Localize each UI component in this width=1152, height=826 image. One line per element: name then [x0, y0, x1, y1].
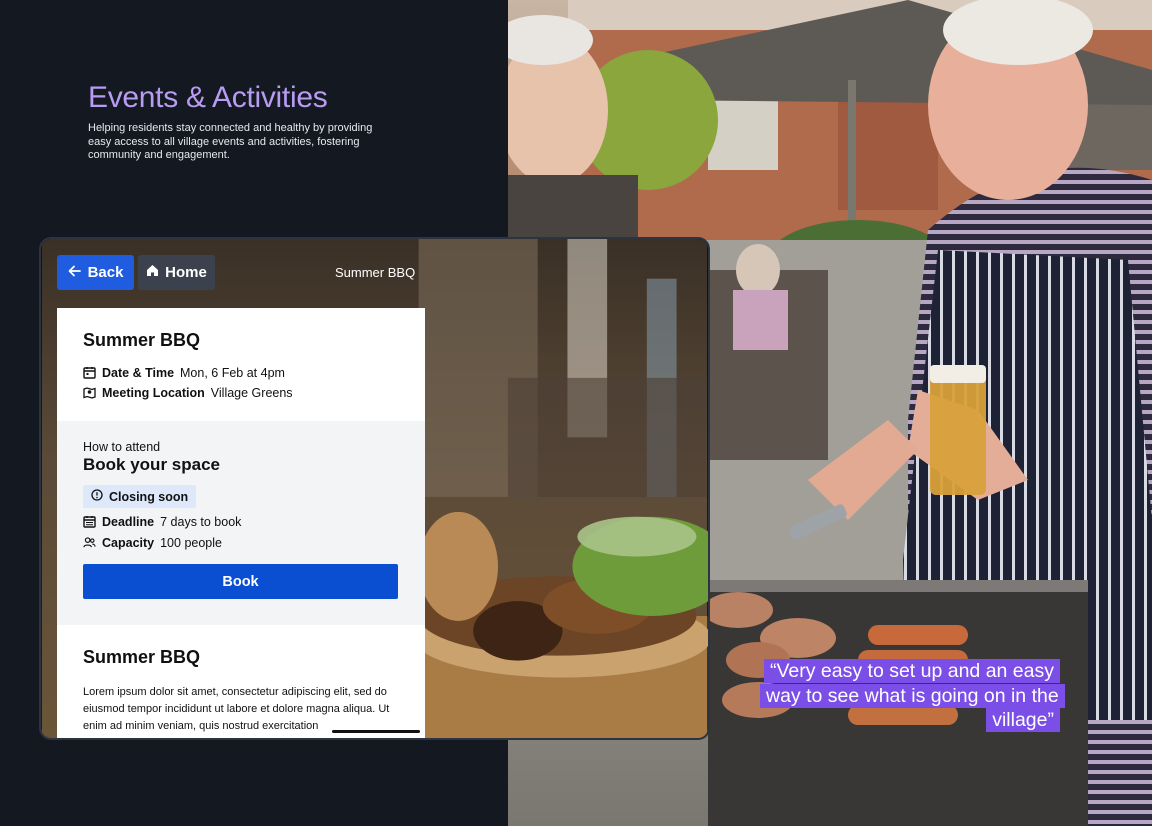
- hero-description: Helping residents stay connected and hea…: [88, 122, 373, 161]
- capacity-value: 100 people: [160, 535, 222, 550]
- map-pin-icon: [83, 386, 96, 399]
- location-label: Meeting Location: [102, 385, 205, 400]
- closing-soon-badge: Closing soon: [83, 485, 197, 508]
- testimonial-quote: “Very easy to set up and an easy way to …: [760, 659, 1065, 733]
- capacity-label: Capacity: [102, 535, 155, 550]
- date-time-label: Date & Time: [102, 365, 175, 380]
- location-row: Meeting Location Village Greens: [83, 385, 399, 400]
- description-title: Summer BBQ: [83, 647, 201, 667]
- event-title: Summer BBQ: [83, 330, 201, 350]
- home-button[interactable]: Home: [138, 255, 215, 290]
- home-icon: [146, 264, 159, 281]
- event-description-section: Summer BBQ Lorem ipsum dolor sit amet, c…: [57, 625, 425, 735]
- event-summary: Summer BBQ Date & Time Mon, 6 Feb at 4pm…: [57, 308, 425, 421]
- home-indicator-bar: [332, 730, 420, 733]
- description-body: Lorem ipsum dolor sit amet, consectetur …: [83, 686, 390, 732]
- deadline-row: Deadline 7 days to book: [83, 514, 399, 529]
- hero-title: Events & Activities: [88, 81, 328, 114]
- hero: Events & Activities Helping residents st…: [88, 80, 388, 163]
- event-detail-panel: Summer BBQ Date & Time Mon, 6 Feb at 4pm…: [57, 308, 425, 738]
- booking-section: How to attend Book your space Closing so…: [57, 421, 425, 625]
- testimonial-text: “Very easy to set up and an easy way to …: [760, 659, 1065, 732]
- deadline-label: Deadline: [102, 514, 155, 529]
- back-button-label: Back: [87, 264, 124, 281]
- attend-heading: Book your space: [83, 455, 220, 474]
- deadline-value: 7 days to book: [160, 514, 242, 529]
- people-icon: [83, 536, 96, 549]
- attend-eyebrow: How to attend: [83, 440, 161, 454]
- capacity-row: Capacity 100 people: [83, 535, 399, 550]
- home-button-label: Home: [165, 264, 207, 281]
- calendar-icon: [83, 515, 96, 528]
- date-time-row: Date & Time Mon, 6 Feb at 4pm: [83, 365, 399, 380]
- date-time-value: Mon, 6 Feb at 4pm: [180, 365, 285, 380]
- tablet-nav-bar: Back Home Summer BBQ: [41, 239, 708, 307]
- location-value: Village Greens: [210, 385, 293, 400]
- badge-label: Closing soon: [109, 489, 189, 504]
- back-button[interactable]: Back: [57, 255, 134, 290]
- info-circle-icon: [91, 489, 103, 504]
- calendar-icon: [83, 366, 96, 379]
- book-button[interactable]: Book: [83, 564, 398, 599]
- tablet-device: Back Home Summer BBQ Summer BBQ Date & T…: [39, 237, 710, 740]
- screen-title: Summer BBQ: [335, 265, 416, 280]
- arrow-left-icon: [68, 264, 81, 281]
